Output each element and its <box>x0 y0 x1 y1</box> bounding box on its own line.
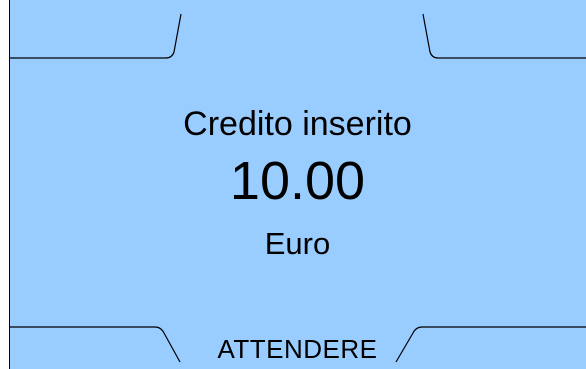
top-left-corner-line <box>9 13 182 59</box>
credit-title: Credito inserito <box>183 105 412 143</box>
status-message: ATTENDERE <box>217 334 378 364</box>
credit-amount: 10.00 <box>229 151 366 211</box>
currency-label: Euro <box>264 226 331 261</box>
top-right-corner-line <box>422 13 586 59</box>
